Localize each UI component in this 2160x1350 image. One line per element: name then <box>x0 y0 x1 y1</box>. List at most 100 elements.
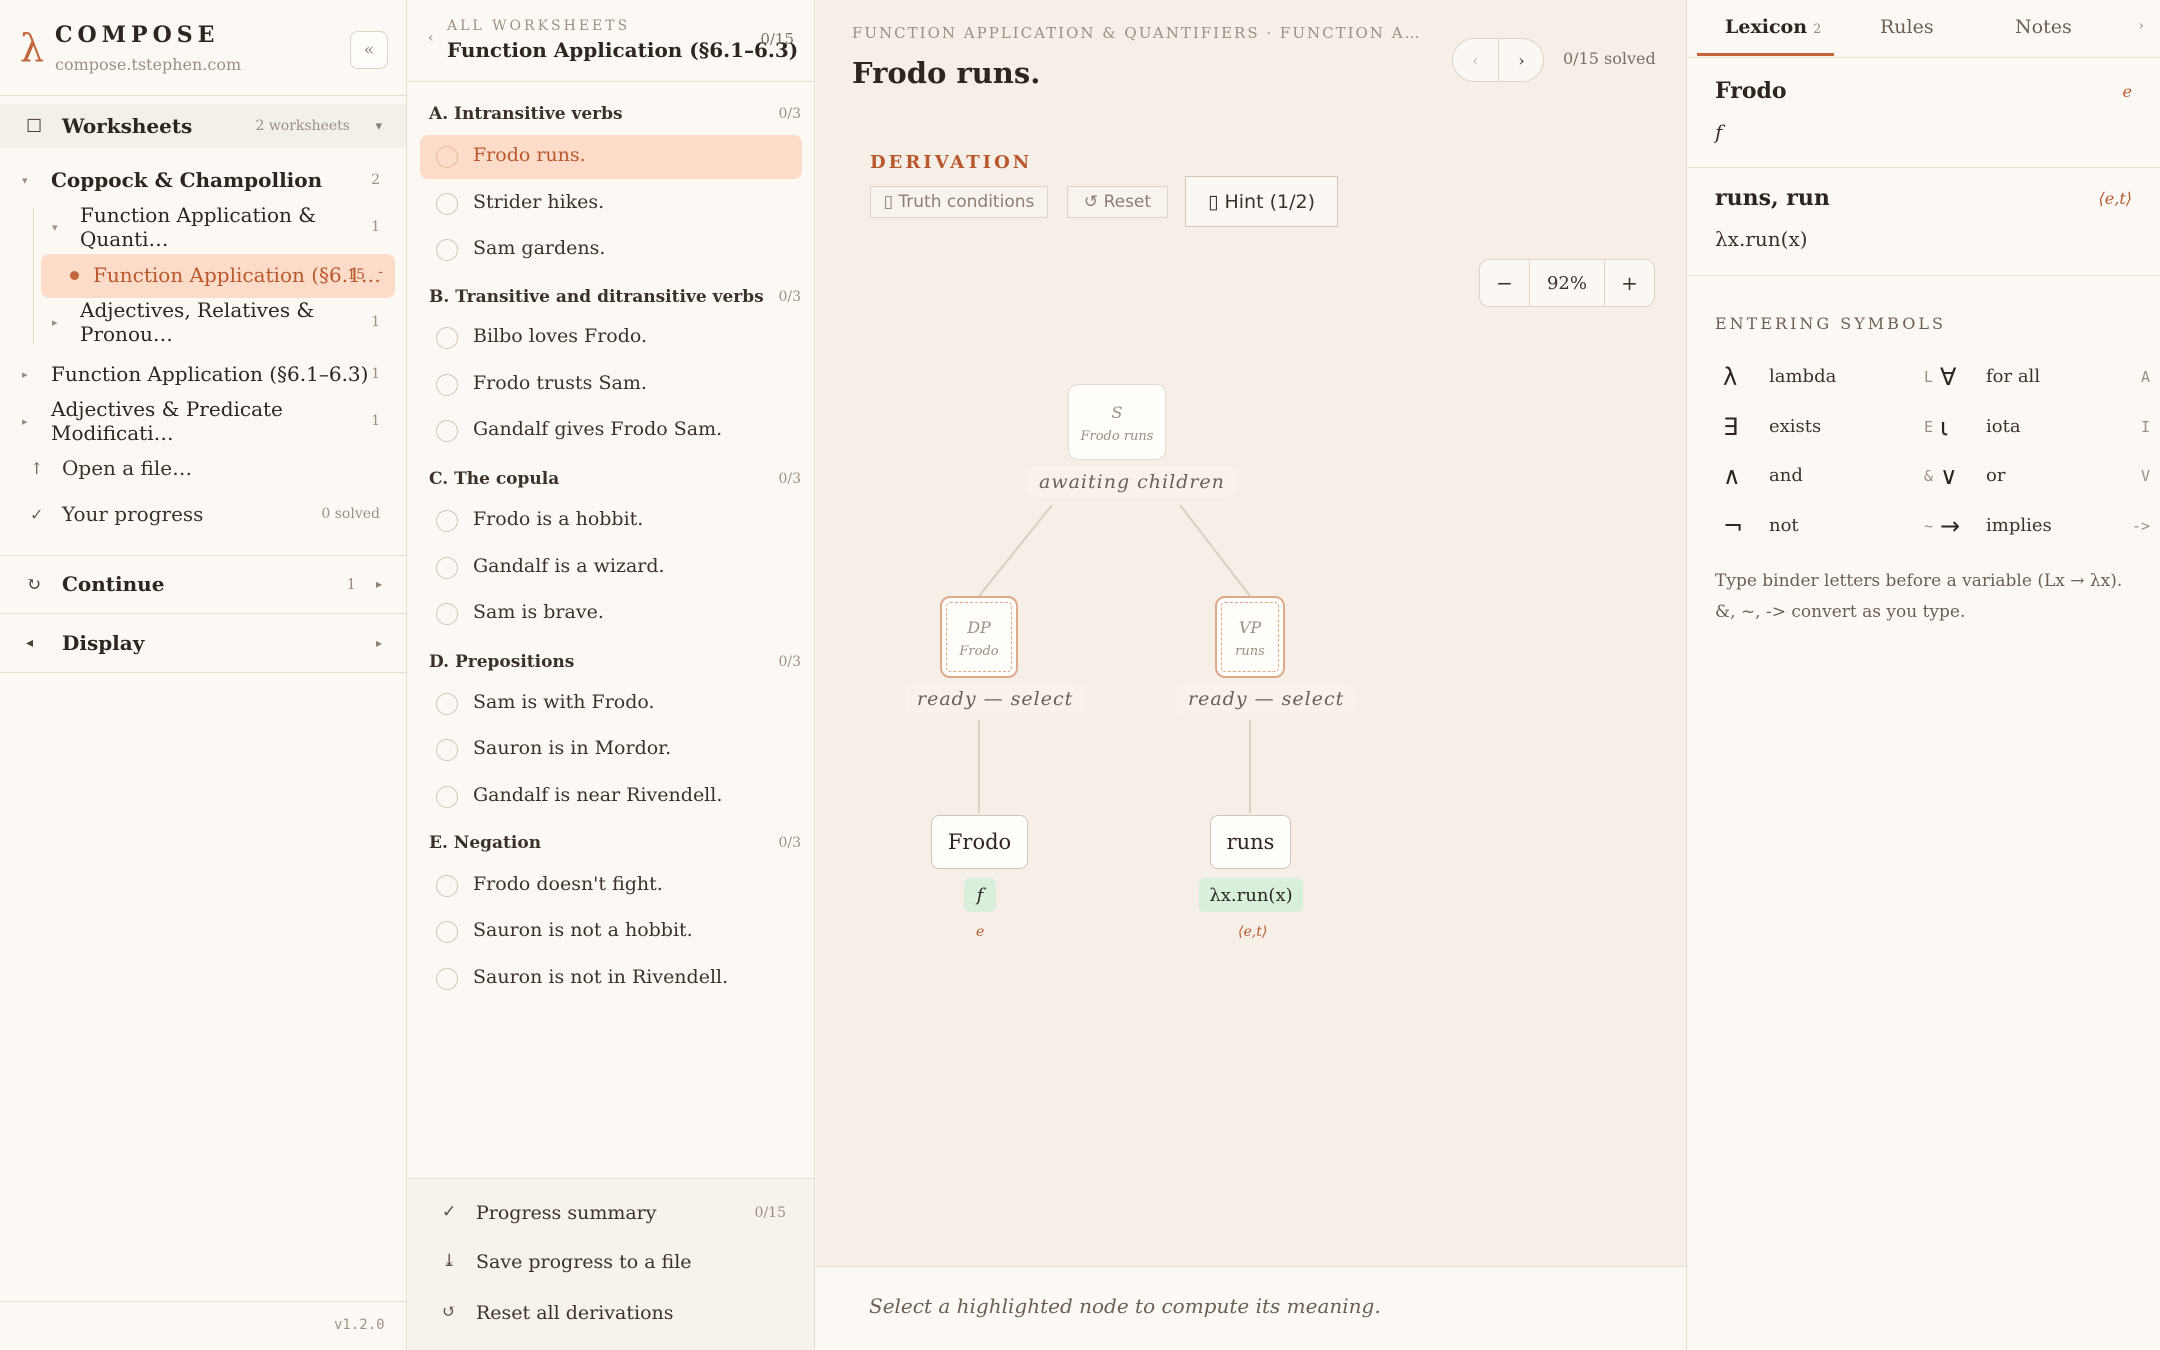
section-header: D. Prepositions 0/3 <box>429 652 801 672</box>
symbol-key: ~ <box>1923 517 1933 535</box>
tab-count: 2 <box>1813 22 1822 37</box>
checkmark-icon: ✓ <box>442 1202 457 1222</box>
problem-text: Sauron is not in Rivendell. <box>473 966 729 988</box>
open-file-label: Open a file… <box>62 456 193 480</box>
tree-item-coppock[interactable]: ▾ Coppock & Champollion 2 <box>0 158 406 202</box>
node-words: runs <box>1235 644 1265 659</box>
collapse-sidebar-button[interactable]: « <box>350 31 388 69</box>
tree-item-active-worksheet[interactable]: Function Application (§6.1… 15 - <box>41 254 395 298</box>
continue-label: Continue <box>62 572 165 596</box>
chevron-right-icon: ▸ <box>375 636 382 650</box>
tree-item-count: 15 <box>347 267 365 283</box>
chevron-right-icon[interactable]: › <box>2138 18 2144 34</box>
divider <box>0 555 406 556</box>
problem-item[interactable]: Strider hikes. <box>420 182 802 226</box>
divider <box>0 613 406 614</box>
problem-item[interactable]: Gandalf is a wizard. <box>420 546 802 590</box>
worksheets-header[interactable]: ☐ Worksheets 2 worksheets ▾ <box>0 104 406 148</box>
tab-notes[interactable]: Notes <box>2015 16 2072 38</box>
progress-summary-button[interactable]: ✓ Progress summary 0/15 <box>408 1192 814 1236</box>
node-category: VP <box>1238 618 1262 637</box>
status-circle-icon <box>436 786 458 808</box>
problem-item[interactable]: Gandalf is near Rivendell. <box>420 775 802 819</box>
status-circle-icon <box>436 603 458 625</box>
all-worksheets-link[interactable]: ALL WORKSHEETS <box>447 18 630 34</box>
tree-item-adjectives-predicate[interactable]: ▸ Adjectives & Predicate Modificati… 1 <box>0 397 406 445</box>
leaf-node-frodo[interactable]: Frodo <box>931 815 1028 869</box>
tab-lexicon[interactable]: Lexicon 2 <box>1725 16 1821 38</box>
derivation-workspace: FUNCTION APPLICATION & QUANTIFIERS · FUN… <box>816 0 1687 1350</box>
reference-tabs: Lexicon 2 Rules Notes › <box>1688 0 2160 58</box>
problem-item[interactable]: Sauron is not a hobbit. <box>420 910 802 954</box>
continue-section[interactable]: ↻ Continue 1 ▸ <box>0 562 406 606</box>
implies-icon: → <box>1940 512 1961 540</box>
tree-edge <box>978 504 1053 597</box>
open-file-link[interactable]: ↑ Open a file… <box>0 446 406 490</box>
leaf-node-runs[interactable]: runs <box>1210 815 1291 869</box>
status-circle-icon <box>436 739 458 761</box>
problem-text: Frodo trusts Sam. <box>473 372 647 394</box>
problem-text: Strider hikes. <box>473 191 605 213</box>
problem-item[interactable]: Frodo doesn't fight. <box>420 864 802 908</box>
problem-list-header[interactable]: ‹ ALL WORKSHEETS Function Application (§… <box>408 0 814 82</box>
tab-rules[interactable]: Rules <box>1880 16 1934 38</box>
node-category: S <box>1111 403 1123 422</box>
worksheets-count: 2 worksheets <box>255 118 350 134</box>
node-status: ready — select <box>1176 684 1357 714</box>
reset-all-button[interactable]: ↺ Reset all derivations <box>408 1292 814 1336</box>
problem-item[interactable]: Sam gardens. <box>420 228 802 272</box>
status-circle-icon <box>436 374 458 396</box>
problem-item[interactable]: Frodo trusts Sam. <box>420 363 802 407</box>
problem-item[interactable]: Gandalf gives Frodo Sam. <box>420 409 802 453</box>
chevron-right-icon: ▸ <box>375 577 382 591</box>
tree-edge <box>1179 504 1251 597</box>
section-header: B. Transitive and ditransitive verbs 0/3 <box>429 287 801 307</box>
app-url[interactable]: compose.tstephen.com <box>55 55 241 74</box>
triangle-right-icon: ▸ <box>22 367 28 381</box>
back-chevron-icon[interactable]: ‹ <box>428 30 434 46</box>
section-count: 0/3 <box>778 106 801 122</box>
tree-item-count: 1 <box>371 314 380 330</box>
triangle-right-icon: ▸ <box>22 414 28 428</box>
status-circle-icon <box>436 239 458 261</box>
download-icon: ⤓ <box>442 1251 457 1271</box>
tree-node-vp[interactable]: VP runs <box>1215 596 1285 678</box>
meaning-badge: λx.run(x) <box>1199 878 1303 912</box>
your-progress-link[interactable]: ✓ Your progress 0 solved <box>0 492 406 536</box>
tree-item-function-application[interactable]: ▸ Function Application (§6.1–6.3) 1 <box>0 352 406 396</box>
status-circle-icon <box>436 921 458 943</box>
problem-item[interactable]: Frodo is a hobbit. <box>420 499 802 543</box>
symbol-iota: ι iota I <box>1940 413 2150 443</box>
lexicon-entry: Frodo e f <box>1688 58 2160 168</box>
save-progress-button[interactable]: ⤓ Save progress to a file <box>408 1241 814 1285</box>
problem-text: Sauron is not a hobbit. <box>473 919 693 941</box>
section-header: E. Negation 0/3 <box>429 833 801 853</box>
symbol-name: and <box>1769 465 1803 486</box>
and-icon: ∧ <box>1723 462 1741 490</box>
type-label: e <box>976 924 985 940</box>
tree-item-function-application-quantifiers[interactable]: ▾ Function Application & Quanti… 1 <box>0 203 406 251</box>
status-circle-icon <box>436 557 458 579</box>
symbol-name: or <box>1986 465 2006 486</box>
progress-summary-count: 0/15 <box>754 1205 786 1221</box>
problem-item[interactable]: Sauron is not in Rivendell. <box>420 957 802 1001</box>
problem-text: Sauron is in Mordor. <box>473 737 672 759</box>
problem-item[interactable]: Sam is brave. <box>420 592 802 636</box>
continue-count: 1 <box>346 575 356 593</box>
section-header: A. Intransitive verbs 0/3 <box>429 104 801 124</box>
lexicon-meaning: f <box>1715 120 1723 144</box>
status-circle-icon <box>436 420 458 442</box>
divider <box>0 1301 406 1302</box>
upload-arrow-icon: ↑ <box>30 458 44 478</box>
problem-item[interactable]: Sauron is in Mordor. <box>420 728 802 772</box>
display-section[interactable]: ◂ Display ▸ <box>0 621 406 665</box>
node-category: DP <box>967 618 991 637</box>
active-tab-indicator <box>1697 53 1834 56</box>
reset-icon: ↺ <box>442 1302 457 1322</box>
tree-item-adjectives-relatives[interactable]: ▸ Adjectives, Relatives & Pronou… 1 <box>0 298 406 346</box>
problem-item[interactable]: Bilbo loves Frodo. <box>420 316 802 360</box>
problem-item-selected[interactable]: Frodo runs. <box>420 135 802 179</box>
tree-node-s: S Frodo runs <box>1068 384 1166 460</box>
tree-node-dp[interactable]: DP Frodo <box>940 596 1018 678</box>
problem-item[interactable]: Sam is with Frodo. <box>420 682 802 726</box>
